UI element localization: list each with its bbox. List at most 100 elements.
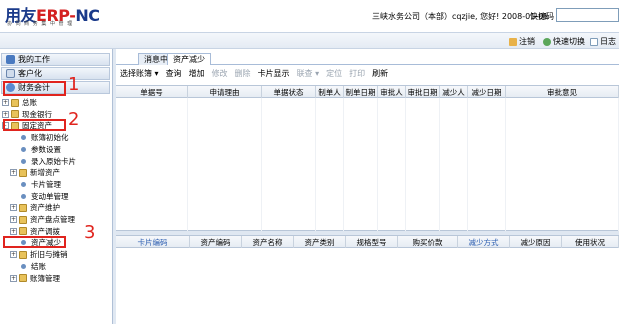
bill-list-header: 单据号 申请理由 单据状态 制单人 制单日期 审批人 审批日期 减少人 减少日期 审批意见 [116, 85, 619, 98]
column-header[interactable]: 购买价款 [398, 236, 458, 248]
column-header[interactable]: 审批日期 [406, 86, 440, 98]
document-icon [590, 37, 598, 46]
tree-item-label: 账簿初始化 [31, 133, 69, 143]
expand-icon[interactable]: + [2, 110, 9, 118]
grid-column-line [261, 98, 262, 231]
column-header[interactable]: 减少人 [440, 86, 468, 98]
nav-my-work[interactable]: 我的工作 [1, 53, 110, 66]
tree-item[interactable]: + 资产盘点管理 [10, 214, 75, 225]
action-button[interactable]: 定位 [326, 68, 342, 79]
action-button[interactable]: 刷新 [372, 68, 388, 79]
grid-column-line [315, 98, 316, 231]
column-header[interactable]: 单据号 [116, 86, 188, 98]
column-header[interactable]: 使用状况 [562, 236, 619, 248]
expand-icon[interactable]: + [2, 99, 9, 106]
expand-icon[interactable]: + [10, 169, 17, 177]
action-button[interactable]: 查询 [166, 68, 182, 79]
column-header[interactable]: 制单人 [316, 86, 344, 98]
nav-finance[interactable]: 财务会计 [1, 81, 110, 94]
column-header[interactable]: 减少日期 [468, 86, 506, 98]
tree-item[interactable]: + 现金银行 [2, 109, 52, 120]
tree-item[interactable]: 录入原始卡片 [10, 156, 76, 167]
expand-icon[interactable]: + [10, 274, 17, 282]
action-button[interactable]: 修改 [212, 68, 228, 79]
folder-icon [19, 227, 27, 236]
tree-item-label: 资产维护 [30, 203, 60, 213]
column-header[interactable]: 资产类别 [294, 236, 346, 248]
action-button[interactable]: 卡片显示 [258, 68, 290, 79]
column-header[interactable]: 资产名称 [242, 236, 294, 248]
action-button[interactable]: 打印 [349, 68, 365, 79]
folder-icon [11, 110, 19, 119]
expand-icon[interactable]: + [10, 251, 17, 259]
action-button[interactable]: 增加 [189, 68, 205, 79]
quick-switch-button[interactable]: 快速切换 [543, 36, 585, 47]
tree-item[interactable]: 结账 [10, 261, 46, 272]
tree-item[interactable]: + 新增资产 [10, 167, 60, 178]
tree-item[interactable]: + 资产维护 [10, 202, 60, 213]
bill-list-body[interactable] [116, 98, 619, 231]
tree-item-label: 固定资产 [22, 121, 52, 131]
tree-item-label: 总账 [22, 98, 37, 107]
column-header[interactable]: 减少原因 [510, 236, 562, 248]
shortcut-label: 快捷码 [530, 12, 554, 21]
node-icon [21, 263, 26, 269]
tree-item-label: 录入原始卡片 [31, 156, 76, 166]
action-button[interactable]: 选择账簿 ▾ [120, 68, 159, 79]
tree-item[interactable]: 参数设置 [10, 144, 61, 155]
tree-item-label: 账簿管理 [30, 273, 60, 283]
column-header[interactable]: 申请理由 [188, 86, 262, 98]
column-header[interactable]: 规格型号 [346, 236, 398, 248]
column-header[interactable]: 卡片编码 [116, 236, 190, 248]
expand-icon[interactable]: + [10, 204, 17, 212]
logout-button[interactable]: 注销 [509, 36, 535, 47]
tree-item[interactable]: 资产减少 [10, 237, 61, 248]
folder-icon [19, 215, 27, 224]
detail-list-body[interactable] [116, 248, 619, 324]
tree-item[interactable]: 变动单管理 [10, 191, 69, 202]
tree-item[interactable]: 卡片管理 [10, 179, 61, 190]
grid-column-line [467, 98, 468, 231]
tree-item-label: 资产盘点管理 [30, 215, 75, 224]
grid-column-line [377, 98, 378, 231]
column-header[interactable]: 制单日期 [344, 86, 378, 98]
expand-icon[interactable]: + [10, 227, 17, 235]
log-button[interactable]: 日志 [590, 36, 616, 47]
tree-item[interactable]: 账簿初始化 [10, 132, 69, 143]
folder-icon [19, 168, 27, 177]
tree-item-label: 资产减少 [31, 238, 61, 248]
tree-item-label: 现金银行 [22, 109, 52, 119]
tree-item[interactable]: + 资产调拨 [10, 226, 60, 237]
shortcut-input[interactable] [556, 8, 619, 22]
tab-asset-reduction[interactable]: 资产减少 [167, 53, 211, 65]
left-navigation: 我的工作 客户化 财务会计 + 总账 + 现金银行 - 固定资产账簿初始化 参数设置 录入原始… [0, 49, 113, 324]
grid-column-line [439, 98, 440, 231]
folder-icon [11, 98, 19, 107]
tree-item-label: 折旧与摊销 [30, 250, 68, 260]
grid-column-line [343, 98, 344, 231]
collapse-icon[interactable]: - [2, 122, 9, 130]
tree-item[interactable]: + 总账 [2, 97, 37, 108]
action-button[interactable]: 联查 ▾ [297, 68, 320, 79]
tree-item[interactable]: - 固定资产 [2, 120, 52, 131]
tree-item[interactable]: + 账簿管理 [10, 273, 60, 284]
annotation-number-1: 1 [68, 74, 80, 95]
folder-icon [19, 274, 27, 282]
computer-icon [6, 55, 15, 64]
folder-icon [11, 121, 19, 130]
window-icon [6, 69, 15, 78]
tree-item-label: 结账 [31, 261, 46, 271]
node-icon [21, 146, 26, 152]
grid-column-line [405, 98, 406, 231]
column-header[interactable]: 审批意见 [506, 86, 619, 98]
expand-icon[interactable]: + [10, 216, 17, 223]
column-header[interactable]: 审批人 [378, 86, 406, 98]
column-header[interactable]: 资产编码 [190, 236, 242, 248]
action-button[interactable]: 删除 [235, 68, 251, 79]
node-icon [21, 181, 26, 187]
column-header[interactable]: 单据状态 [262, 86, 316, 98]
nav-customize[interactable]: 客户化 [1, 67, 110, 80]
column-header[interactable]: 减少方式 [458, 236, 510, 248]
secondary-toolbar: 注销 快速切换 日志 [0, 33, 619, 49]
tree-item[interactable]: + 折旧与摊销 [10, 249, 68, 260]
